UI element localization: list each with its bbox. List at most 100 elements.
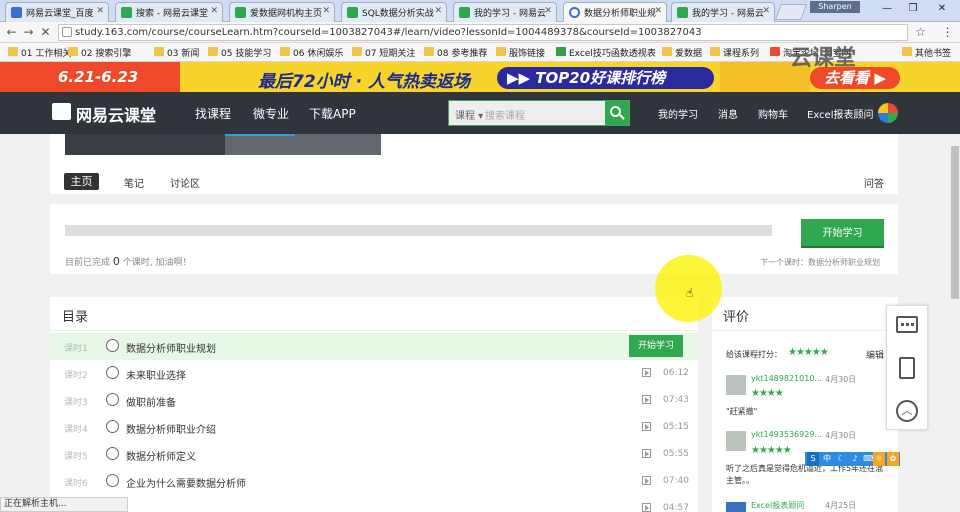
scrollbar-thumb[interactable] [951,146,959,299]
close-tab-icon[interactable]: ✕ [762,6,770,16]
nav-user-name[interactable]: Excel报表顾问 [807,106,874,121]
close-tab-icon[interactable]: ✕ [96,6,104,16]
start-learning-button[interactable]: 开始学习 [801,219,884,248]
reviewer-name[interactable]: ykt1493536929... [751,430,822,439]
minimize-window-button[interactable]: — [877,2,897,16]
close-tab-icon[interactable]: ✕ [544,6,552,16]
lesson-title[interactable]: 做职前准备 [126,394,176,409]
nav-cart[interactable]: 购物车 [758,106,788,121]
search-input[interactable]: 搜索课程 [485,107,525,122]
reviews-title: 评价 [723,310,750,325]
lesson-title[interactable]: 企业为什么需要数据分析师 [126,475,246,490]
edit-rating-link[interactable]: 编辑 [866,348,884,361]
bookmark-folder[interactable]: 08 参考推荐 [424,46,487,59]
stop-icon[interactable]: ✕ [38,25,53,40]
close-tab-icon[interactable]: ✕ [322,6,330,16]
reviewer-avatar[interactable] [726,375,746,395]
bookmark-folder[interactable]: 07 短期关注 [352,46,415,59]
nav-my-learning[interactable]: 我的学习 [658,106,698,121]
nav-micro-major[interactable]: 微专业 [253,105,289,122]
tab-home[interactable]: 主页 [64,173,99,190]
reviewer-name[interactable]: ykt1489821010... [751,374,822,383]
bookmark-folder[interactable]: 05 技能学习 [208,46,271,59]
reviewer-avatar[interactable] [726,502,746,512]
study163-favicon-icon [121,7,132,18]
lesson-duration: 05:55 [663,449,689,459]
ime-toolbar[interactable]: S 中 ☾ ♪ ⌨ ☼ ✿ [805,452,900,466]
bookmark-folder[interactable]: 02 搜索引擎 [68,46,131,59]
rating-stars-input[interactable]: ★★★★★ [788,347,829,358]
forward-arrow-icon[interactable]: → [21,25,36,40]
ime-skin-icon[interactable]: ☼ [873,452,885,466]
nav-download-app[interactable]: 下载APP [309,105,356,122]
close-tab-icon[interactable]: ✕ [434,6,442,16]
lesson-title[interactable]: 数据分析师职业介绍 [126,421,216,436]
ime-music-icon[interactable]: ♪ [849,452,861,466]
ime-chinese-toggle[interactable]: 中 [821,452,833,466]
next-lesson-link[interactable]: 下一个课时：数据分析师职业规划 [760,257,880,268]
back-arrow-icon[interactable]: ← [4,25,19,40]
reviewer-name[interactable]: Excel报表顾问 [751,500,804,511]
bookmark-star-icon[interactable]: ☆ [913,25,928,40]
back-to-top-icon[interactable]: ︿ [896,400,918,422]
browser-tab[interactable]: 网易云课堂_百度 ✕ [5,2,109,22]
ime-moon-icon[interactable]: ☾ [835,452,847,466]
lesson-status-circle-icon [106,393,119,406]
close-window-button[interactable]: ✕ [932,2,952,16]
tab-notes[interactable]: 笔记 [124,175,144,190]
browser-tab[interactable]: 搜索 - 网易云课堂 ✕ [115,2,223,22]
lesson-start-button[interactable]: 开始学习 [629,335,683,357]
ime-settings-icon[interactable]: ✿ [887,452,899,466]
chat-bubble-icon[interactable] [896,316,918,333]
browser-tab[interactable]: 爱数据网机构主页 ✕ [229,2,335,22]
menu-icon[interactable]: ⋮ [940,25,955,40]
lesson-title[interactable]: 未来职业选择 [126,367,186,382]
reviewer-avatar[interactable] [726,431,746,451]
browser-tab-active[interactable]: 数据分析师职业规 ✕ [563,2,667,22]
lesson-title[interactable]: 数据分析师定义 [126,448,196,463]
lesson-row[interactable]: 课时3 做职前准备 07:43 [50,387,698,414]
lesson-row[interactable]: 课时6 企业为什么需要数据分析师 07:40 [50,468,698,495]
page-info-icon[interactable] [62,27,72,37]
bookmark-folder[interactable]: 01 工作相关 [8,46,71,59]
video-icon [642,422,651,431]
search-category-select[interactable]: 课程 ▾ [455,107,483,122]
bookmark-folder[interactable]: 03 新闻 [154,46,199,59]
rate-label: 给该课程打分： [726,350,782,359]
nav-find-courses[interactable]: 找课程 [195,105,231,122]
bookmark-folder[interactable]: 其他书签 [902,46,951,59]
lesson-status-circle-icon [106,447,119,460]
mobile-device-icon[interactable] [899,357,915,379]
avatar[interactable] [878,103,898,123]
close-tab-icon[interactable]: ✕ [210,6,218,16]
bookmark-link[interactable]: Excel技巧函数透视表 [556,46,656,59]
nav-messages[interactable]: 消息 [718,106,738,121]
browser-tab[interactable]: 我的学习 - 网易云 ✕ [453,2,557,22]
tab-discussion[interactable]: 讨论区 [170,175,200,190]
bookmark-folder[interactable]: 06 休闲娱乐 [280,46,343,59]
lesson-title[interactable]: 数据分析师职业规划 [126,340,216,355]
tab-qa[interactable]: 问答 [864,175,884,190]
search-button[interactable] [605,101,629,125]
banner-ranking-pill[interactable]: ▶▶ TOP20好课排行榜 [497,67,714,89]
lesson-row[interactable]: 04:57 [50,495,698,512]
video-icon [642,395,651,404]
url-field[interactable]: study.163.com/course/courseLearn.htm?cou… [58,24,908,41]
browser-tab[interactable]: SQL数据分析实战 ✕ [341,2,447,22]
lesson-row[interactable]: 课时4 数据分析师职业介绍 05:15 [50,414,698,441]
lesson-number: 课时4 [64,425,88,435]
profile-badge[interactable]: Sharpen [810,1,860,13]
site-logo[interactable]: 网易云课堂 [52,102,156,126]
restore-window-button[interactable]: ❐ [903,2,923,16]
lesson-duration: 04:57 [663,503,689,512]
lesson-number: 课时5 [64,452,88,462]
lesson-row[interactable]: 课时1 数据分析师职业规划 开始学习 [50,333,698,360]
close-tab-icon[interactable]: ✕ [654,6,662,16]
lesson-row[interactable]: 课时5 数据分析师定义 05:55 [50,441,698,468]
browser-tab[interactable]: 我的学习 - 网易云 ✕ [671,2,775,22]
lesson-row[interactable]: 课时2 未来职业选择 06:12 [50,360,698,387]
bookmark-folder[interactable]: 课程系列 [710,46,759,59]
bookmark-folder[interactable]: 爱数据 [662,46,702,59]
bookmark-folder[interactable]: 服饰链接 [496,46,545,59]
new-tab-button[interactable] [775,4,807,20]
